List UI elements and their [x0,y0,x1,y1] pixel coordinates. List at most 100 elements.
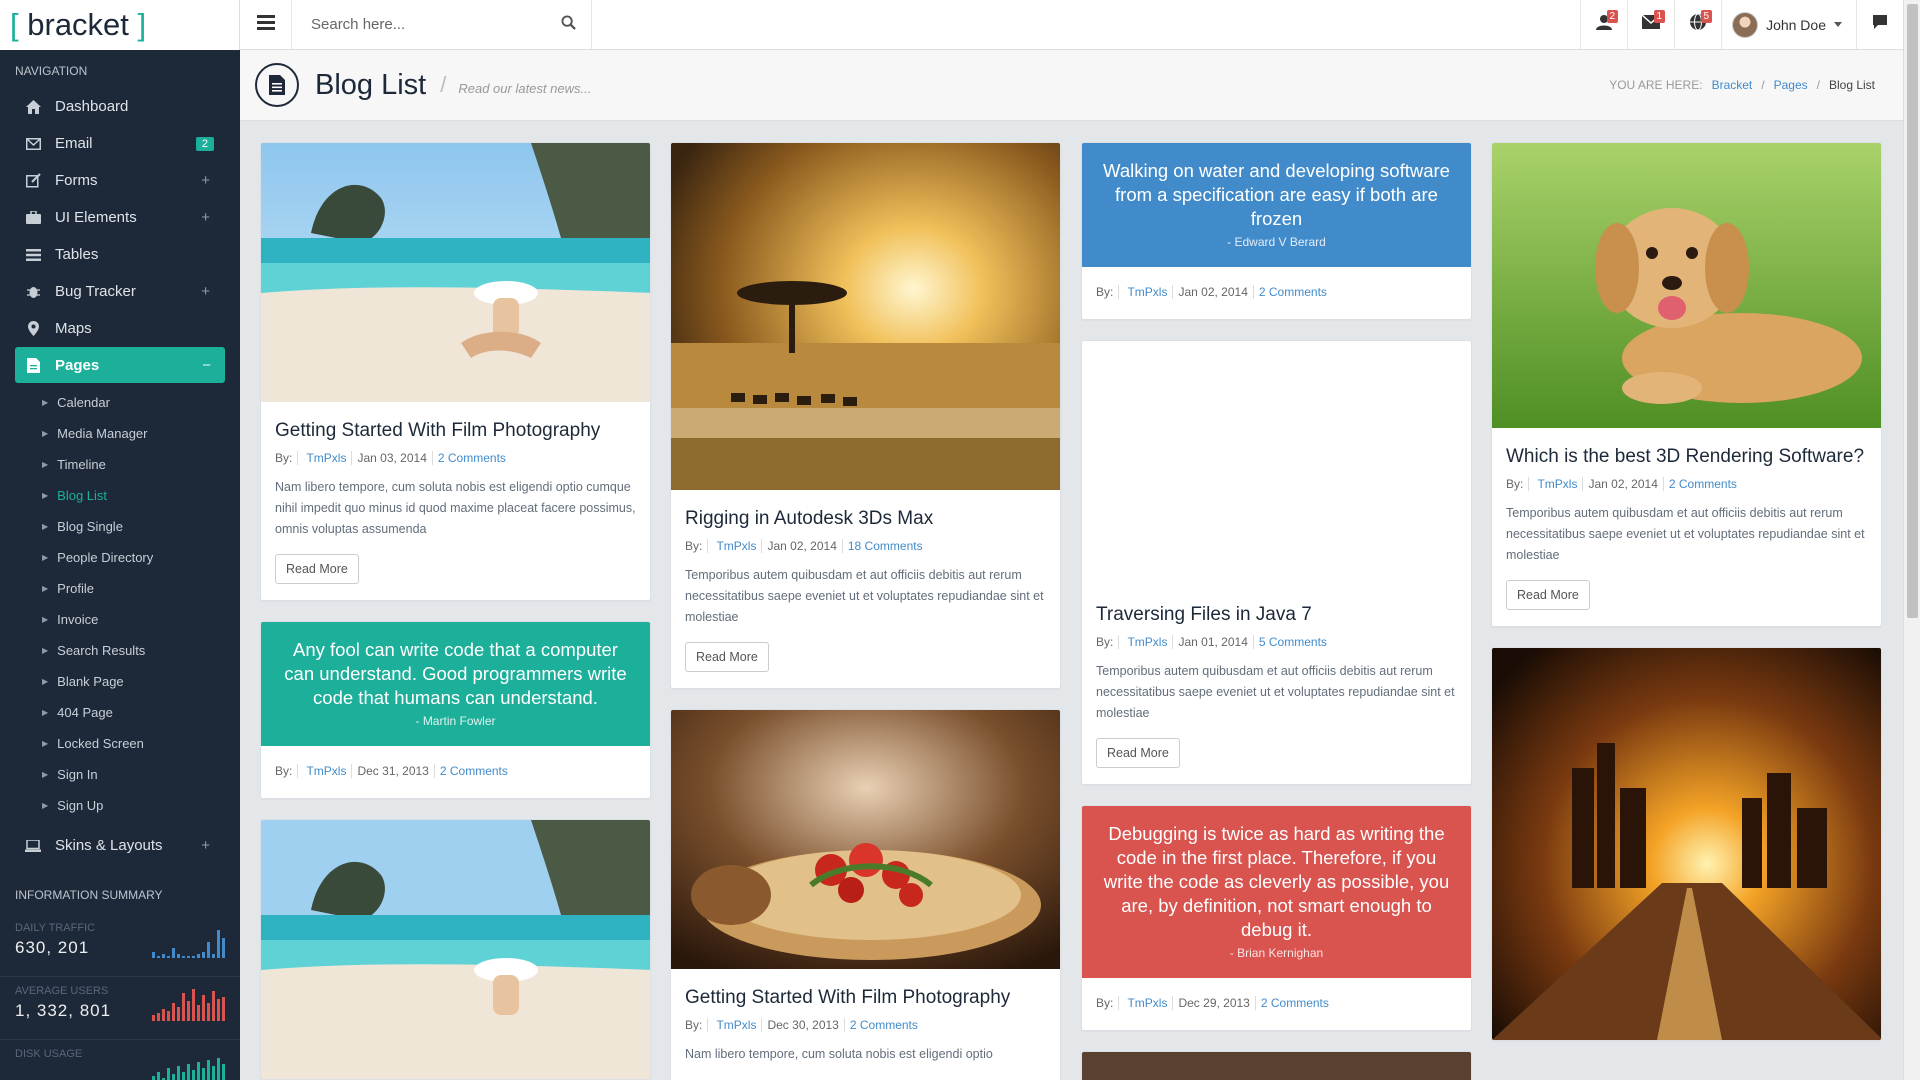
pizza-photo[interactable] [671,710,1060,969]
sidebar-item-label: Forms [55,172,98,189]
city-sunset-photo[interactable] [1492,648,1881,1040]
sparkline-bar [177,1007,180,1021]
sparkline-bar [222,1064,225,1080]
sidebar-item-skins-layouts[interactable]: Skins & Layouts + [0,827,240,864]
document-icon [255,63,299,107]
scrollbar-thumb[interactable] [1907,4,1918,618]
breadcrumb-link-pages[interactable]: Pages [1774,78,1808,92]
post-title[interactable]: Getting Started With Film Photography [275,418,636,443]
users-badge: 2 [1606,10,1619,23]
sidebar-subitem-locked-screen[interactable]: ▶ Locked Screen [0,728,240,759]
blog-column-2: Rigging in Autodesk 3Ds Max By: TmPxls J… [670,142,1061,1080]
post-meta: By: TmPxls Jan 01, 2014 5 Comments [1096,635,1457,649]
sidebar-subitem-sign-up[interactable]: ▶ Sign Up [0,790,240,821]
savanna-photo[interactable] [671,143,1060,490]
sidebar-subitem-blank-page[interactable]: ▶ Blank Page [0,666,240,697]
breadcrumb-separator: / [1816,78,1820,92]
post-comments-link[interactable]: 2 Comments [440,764,513,778]
post-comments-link[interactable]: 2 Comments [1259,285,1332,299]
dog-photo[interactable] [1492,143,1881,428]
sidebar-subitem-invoice[interactable]: ▶ Invoice [0,604,240,635]
logo-bracket-close: ] [137,7,147,42]
sidebar-item-tables[interactable]: Tables [0,236,240,273]
menu-toggle-button[interactable] [240,0,292,49]
read-more-button[interactable]: Read More [275,554,359,584]
app-logo[interactable]: [ bracket ] [0,0,240,50]
sidebar-subitem-404-page[interactable]: ▶ 404 Page [0,697,240,728]
beach-photo[interactable] [261,820,650,1079]
sidebar-subitem-timeline[interactable]: ▶ Timeline [0,449,240,480]
post-title[interactable]: Rigging in Autodesk 3Ds Max [685,506,1046,531]
user-menu[interactable]: John Doe [1721,0,1856,49]
expand-icon: + [201,209,210,226]
sidebar-subitem-calendar[interactable]: ▶ Calendar [0,387,240,418]
sparkline-bar [207,1003,210,1021]
sidebar-subitem-label: People Directory [57,550,154,565]
post-comments-link[interactable]: 18 Comments [848,539,928,553]
sparkline-bar [182,1072,185,1080]
post-title[interactable]: Traversing Files in Java 7 [1096,602,1457,627]
sidebar-subitem-blog-single[interactable]: ▶ Blog Single [0,511,240,542]
sidebar-item-email[interactable]: Email 2 [0,125,240,162]
sparkline-bar [157,1013,160,1021]
sidebar-subitem-sign-in[interactable]: ▶ Sign In [0,759,240,790]
blog-post-card: Getting Started With Film Photography By… [260,142,651,601]
meta-by: By: [685,1018,709,1032]
post-comments-link[interactable]: 5 Comments [1259,635,1332,649]
post-author-link[interactable]: TmPxls [1127,996,1167,1010]
sparkline-bar [217,999,220,1021]
sidebar-item-ui-elements[interactable]: UI Elements + [0,199,240,236]
beach-photo[interactable] [261,143,650,402]
post-comments-link[interactable]: 2 Comments [1261,996,1334,1010]
post-title[interactable]: Getting Started With Film Photography [685,985,1046,1010]
read-more-button[interactable]: Read More [1096,738,1180,768]
post-author-link[interactable]: TmPxls [306,764,346,778]
sidebar-item-maps[interactable]: Maps [0,310,240,347]
sidebar-item-forms[interactable]: Forms + [0,162,240,199]
header-right: 2 1 5 John Doe [1580,0,1903,49]
sidebar-subitem-search-results[interactable]: ▶ Search Results [0,635,240,666]
sidebar-subitem-people-directory[interactable]: ▶ People Directory [0,542,240,573]
chevron-right-icon: ▶ [42,398,49,407]
page-scrollbar[interactable] [1903,0,1920,1080]
post-date: Jan 03, 2014 [357,451,433,465]
sidebar-item-bug-tracker[interactable]: Bug Tracker + [0,273,240,310]
post-author-link[interactable]: TmPxls [716,1018,756,1032]
post-comments-link[interactable]: 2 Comments [850,1018,923,1032]
sidebar-subitem-blog-list[interactable]: ▶ Blog List [0,480,240,511]
chevron-right-icon: ▶ [42,491,49,500]
user-notifications-button[interactable]: 2 [1580,0,1627,49]
globe-notifications-button[interactable]: 5 [1674,0,1721,49]
blank-media-area [1082,341,1471,586]
blog-post-card: Which is the best 3D Rendering Software?… [1491,142,1882,627]
user-name: John Doe [1766,16,1826,33]
sidebar-item-pages[interactable]: Pages − [15,347,225,383]
sidebar-subitem-label: Invoice [57,612,99,627]
read-more-button[interactable]: Read More [1506,580,1590,610]
sidebar-subitem-media-manager[interactable]: ▶ Media Manager [0,418,240,449]
post-author-link[interactable]: TmPxls [1127,635,1167,649]
breadcrumb-link-bracket[interactable]: Bracket [1712,78,1753,92]
meta-by: By: [685,539,709,553]
sidebar-item-dashboard[interactable]: Dashboard [0,88,240,125]
search-icon[interactable] [561,15,576,34]
page-title: Blog List [315,68,427,101]
post-title[interactable]: Which is the best 3D Rendering Software? [1506,444,1867,469]
post-author-link[interactable]: TmPxls [716,539,756,553]
message-notifications-button[interactable]: 1 [1627,0,1674,49]
sparkline-bar [182,993,185,1021]
sidebar-subitem-label: Locked Screen [57,736,144,751]
read-more-button[interactable]: Read More [685,642,769,672]
sidebar-subitem-profile[interactable]: ▶ Profile [0,573,240,604]
search-input[interactable] [311,16,531,33]
meta-by: By: [1506,477,1530,491]
post-comments-link[interactable]: 2 Comments [438,451,511,465]
post-author-link[interactable]: TmPxls [1127,285,1167,299]
chevron-right-icon: ▶ [42,460,49,469]
chat-button[interactable] [1856,0,1903,49]
post-comments-link[interactable]: 2 Comments [1669,477,1742,491]
post-author-link[interactable]: TmPxls [306,451,346,465]
sparkline-bar [162,1009,165,1021]
post-author-link[interactable]: TmPxls [1537,477,1577,491]
meta-by: By: [1096,285,1120,299]
